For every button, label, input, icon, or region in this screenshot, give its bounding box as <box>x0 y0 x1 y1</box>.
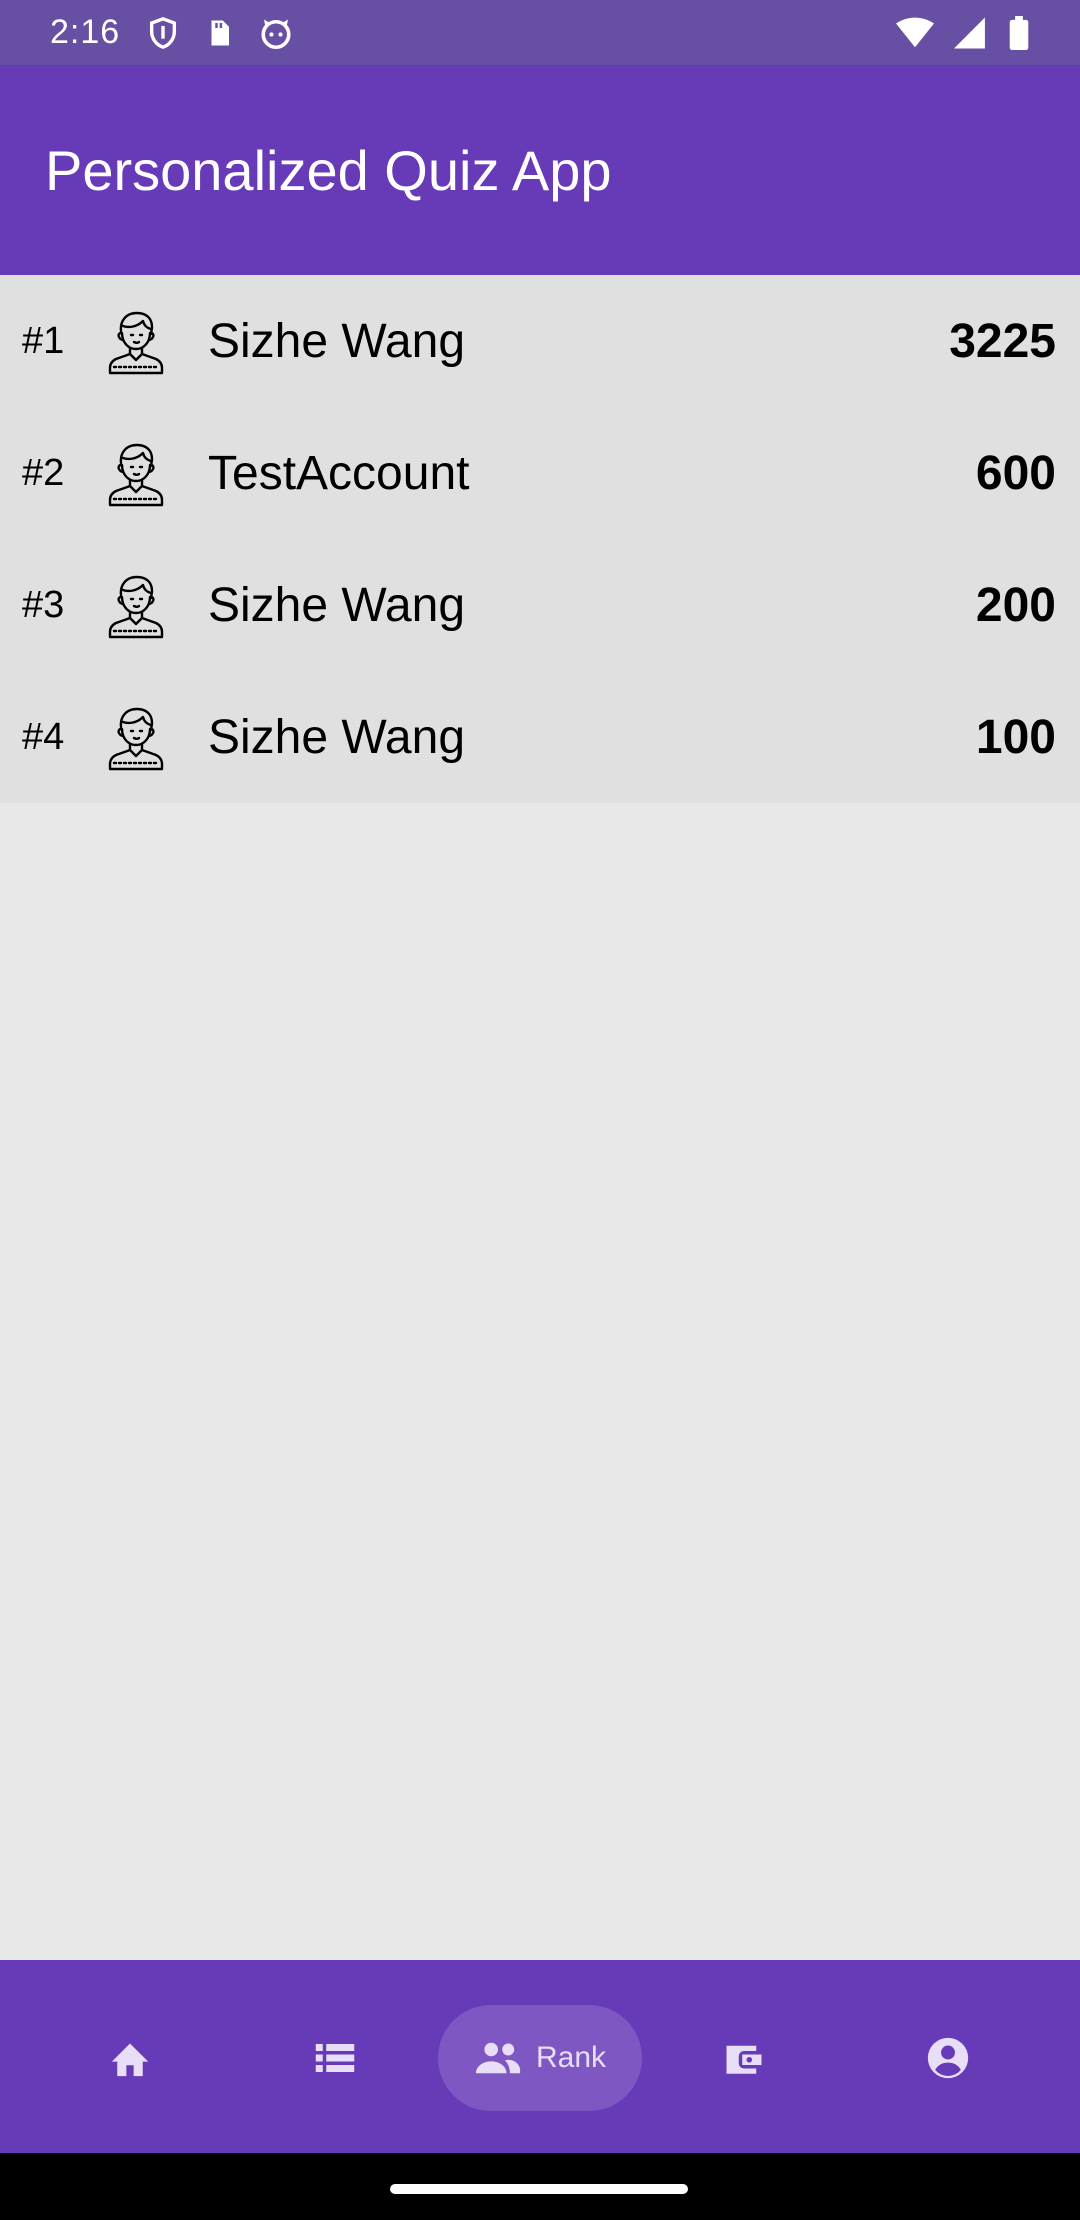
status-right-icons <box>896 15 1030 50</box>
rank-position: #3 <box>22 583 65 626</box>
user-score: 100 <box>975 710 1056 764</box>
home-gesture-handle[interactable] <box>390 2184 688 2194</box>
nav-item-wallet[interactable] <box>694 2005 794 2111</box>
account-circle-icon <box>926 2036 970 2080</box>
user-name: TestAccount <box>208 446 470 500</box>
wallet-icon <box>723 2038 765 2078</box>
list-icon <box>314 2040 356 2076</box>
nav-item-home[interactable] <box>80 2005 180 2111</box>
bottom-navigation: Rank <box>0 1960 1080 2153</box>
status-bar: 2:16 <box>0 0 1080 65</box>
group-icon <box>474 2041 522 2075</box>
screen: 2:16 Personalized Quiz App #1 Sizhe Wang… <box>0 0 1080 2220</box>
user-name: Sizhe Wang <box>208 710 466 764</box>
leaderboard-row[interactable]: #1 Sizhe Wang 3225 <box>0 275 1080 407</box>
leaderboard-list: #1 Sizhe Wang 3225 #2 TestAccount 600 #3… <box>0 275 1080 803</box>
battery-icon <box>1008 15 1030 50</box>
status-left-icons <box>146 15 294 51</box>
user-avatar-icon <box>104 438 168 508</box>
nav-item-list[interactable] <box>285 2005 385 2111</box>
user-score: 200 <box>975 578 1056 632</box>
gesture-bar <box>0 2153 1080 2220</box>
user-avatar-icon <box>104 570 168 640</box>
app-bar: Personalized Quiz App <box>0 65 1080 275</box>
user-score: 3225 <box>949 314 1056 368</box>
shield-icon <box>146 15 180 51</box>
nav-item-rank[interactable]: Rank <box>438 2005 642 2111</box>
cat-face-icon <box>258 15 294 51</box>
user-avatar-icon <box>104 702 168 772</box>
user-name: Sizhe Wang <box>208 314 466 368</box>
user-score: 600 <box>975 446 1056 500</box>
rank-position: #1 <box>22 319 65 362</box>
leaderboard-row[interactable]: #4 Sizhe Wang 100 <box>0 671 1080 803</box>
rank-position: #2 <box>22 451 65 494</box>
nav-item-profile[interactable] <box>898 2005 998 2111</box>
nav-rank-label: Rank <box>535 2041 607 2074</box>
signal-icon <box>954 17 988 49</box>
home-icon <box>108 2038 152 2078</box>
page-title: Personalized Quiz App <box>45 138 612 202</box>
leaderboard-row[interactable]: #2 TestAccount 600 <box>0 407 1080 539</box>
rank-position: #4 <box>22 715 65 758</box>
wifi-icon <box>896 17 934 49</box>
leaderboard-row[interactable]: #3 Sizhe Wang 200 <box>0 539 1080 671</box>
user-name: Sizhe Wang <box>208 578 466 632</box>
sd-card-icon <box>204 16 234 50</box>
user-avatar-icon <box>104 306 168 376</box>
status-time: 2:16 <box>50 13 121 51</box>
